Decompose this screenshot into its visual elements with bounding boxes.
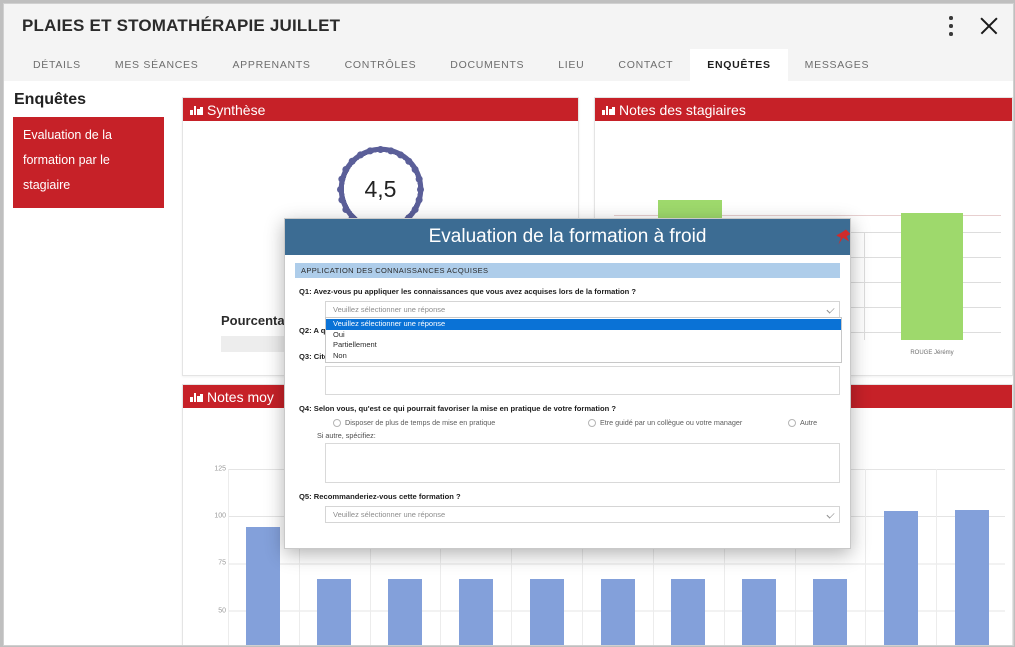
chart-bar — [529, 579, 564, 645]
chart-bar — [883, 511, 918, 645]
question-5-label: Q5: Recommanderiez-vous cette formation … — [299, 492, 461, 501]
question-5-select-value: Veuillez sélectionner une réponse — [333, 510, 446, 519]
card-notes-moyennes-title: Notes moy — [207, 388, 274, 405]
question-4-option-0-label: Disposer de plus de temps de mise en pra… — [345, 418, 496, 427]
question-4-other-textarea[interactable] — [325, 443, 840, 483]
chart-bar — [671, 579, 706, 645]
window-titlebar: PLAIES ET STOMATHÉRAPIE JUILLET — [4, 4, 1013, 49]
tab-enqu-tes[interactable]: ENQUÊTES — [690, 49, 788, 81]
page-title: PLAIES ET STOMATHÉRAPIE JUILLET — [22, 16, 341, 35]
modal-title: Evaluation de la formation à froid — [428, 226, 707, 247]
chart-bar — [388, 579, 423, 645]
question-1-field: Veuillez sélectionner une réponse — [325, 301, 840, 318]
x-axis-label: ROUGE Jérémy — [910, 350, 954, 356]
card-notes-stagiaires-header: Notes des stagiaires — [595, 98, 1012, 121]
question-4-option-1[interactable]: Etre guidé par un collègue ou votre mana… — [588, 418, 788, 427]
modal-scroll-area[interactable]: APPLICATION DES CONNAISSANCES ACQUISES Q… — [285, 255, 850, 548]
question-5-select[interactable]: Veuillez sélectionner une réponse — [325, 506, 840, 523]
question-1-label: Q1: Avez-vous pu appliquer les connaissa… — [299, 287, 637, 296]
sidebar-title: Enquêtes — [14, 91, 87, 108]
modal-section-title: APPLICATION DES CONNAISSANCES ACQUISES — [295, 263, 840, 278]
card-synthese-title: Synthèse — [207, 101, 266, 118]
chart-bar — [458, 579, 493, 645]
tab-lieu[interactable]: LIEU — [541, 49, 601, 81]
y-axis: 0255075100125 — [194, 465, 226, 645]
tab-list: DÉTAILS MES SÉANCES APPRENANTS CONTRÔLES DOC… — [4, 49, 1013, 81]
card-synthese-header: Synthèse — [183, 98, 578, 121]
y-axis-tick: 100 — [214, 512, 226, 520]
question-4-option-2-label: Autre — [800, 418, 818, 427]
chart-bar — [742, 579, 777, 645]
bar-chart-icon — [190, 392, 203, 402]
sidebar: Enquêtes Evaluation de la formation par … — [4, 81, 174, 208]
close-icon[interactable] — [975, 12, 1003, 40]
tab-d-tails[interactable]: DÉTAILS — [16, 49, 98, 81]
modal-titlebar: Evaluation de la formation à froid — [285, 219, 850, 255]
tab-apprenants[interactable]: APPRENANTS — [215, 49, 327, 81]
pin-icon[interactable] — [834, 228, 851, 246]
question-4-options: Disposer de plus de temps de mise en pra… — [333, 418, 840, 427]
radio-icon — [333, 418, 341, 427]
y-axis-tick: 125 — [214, 465, 226, 473]
question-1-dropdown-options[interactable]: Veuillez sélectionner une réponse Oui Part… — [325, 317, 842, 363]
bar-chart-icon — [190, 105, 203, 115]
card-notes-stagiaires-title: Notes des stagiaires — [619, 101, 746, 118]
chart-bar — [812, 579, 847, 645]
tab-mes-s-ances[interactable]: MES SÉANCES — [98, 49, 216, 81]
window-actions — [941, 12, 1003, 40]
dropdown-option[interactable]: Partiellement — [326, 340, 841, 351]
question-4-label: Q4: Selon vous, qu'est ce qui pourrait f… — [299, 404, 617, 413]
dropdown-option[interactable]: Veuillez sélectionner une réponse — [326, 319, 841, 330]
question-1-select-value: Veuillez sélectionner une réponse — [333, 305, 446, 314]
tab-contact[interactable]: CONTACT — [601, 49, 690, 81]
question-4-option-0[interactable]: Disposer de plus de temps de mise en pra… — [333, 418, 588, 427]
bar-chart-icon — [602, 105, 615, 115]
modal-body: APPLICATION DES CONNAISSANCES ACQUISES Q… — [285, 255, 850, 548]
tab-bar: DÉTAILS MES SÉANCES APPRENANTS CONTRÔLES DOC… — [4, 49, 1013, 82]
evaluation-modal: Evaluation de la formation à froid APPLI… — [284, 218, 851, 549]
chart-bar — [901, 213, 963, 340]
dropdown-option[interactable]: Oui — [326, 330, 841, 341]
question-5-field: Veuillez sélectionner une réponse — [325, 506, 840, 523]
radio-icon — [788, 418, 796, 427]
chart-bar — [600, 579, 635, 645]
chevron-down-icon — [826, 305, 835, 314]
chart-bar — [246, 526, 281, 645]
question-4-option-2[interactable]: Autre — [788, 418, 817, 427]
sidebar-item-evaluation-formation-stagiaire[interactable]: Evaluation de la formation par le stagia… — [13, 117, 164, 208]
chart-bar — [317, 579, 352, 645]
tab-documents[interactable]: DOCUMENTS — [433, 49, 541, 81]
y-axis-tick: 75 — [218, 559, 226, 567]
question-4-other-label: Si autre, spécifiez: — [317, 431, 376, 440]
dropdown-option[interactable]: Non — [326, 351, 841, 362]
question-1-select[interactable]: Veuillez sélectionner une réponse — [325, 301, 840, 318]
application-window: PLAIES ET STOMATHÉRAPIE JUILLET DÉTAILS M… — [3, 3, 1014, 646]
question-3-textarea[interactable] — [325, 366, 840, 395]
chevron-down-icon — [826, 510, 835, 519]
y-axis-tick: 50 — [218, 607, 226, 615]
tab-contr-les[interactable]: CONTRÔLES — [328, 49, 434, 81]
question-4-option-1-label: Etre guidé par un collègue ou votre mana… — [600, 418, 743, 427]
more-vertical-icon[interactable] — [941, 13, 961, 39]
tab-messages[interactable]: MESSAGES — [788, 49, 887, 81]
chart-bar — [954, 509, 989, 645]
radio-icon — [588, 418, 596, 427]
